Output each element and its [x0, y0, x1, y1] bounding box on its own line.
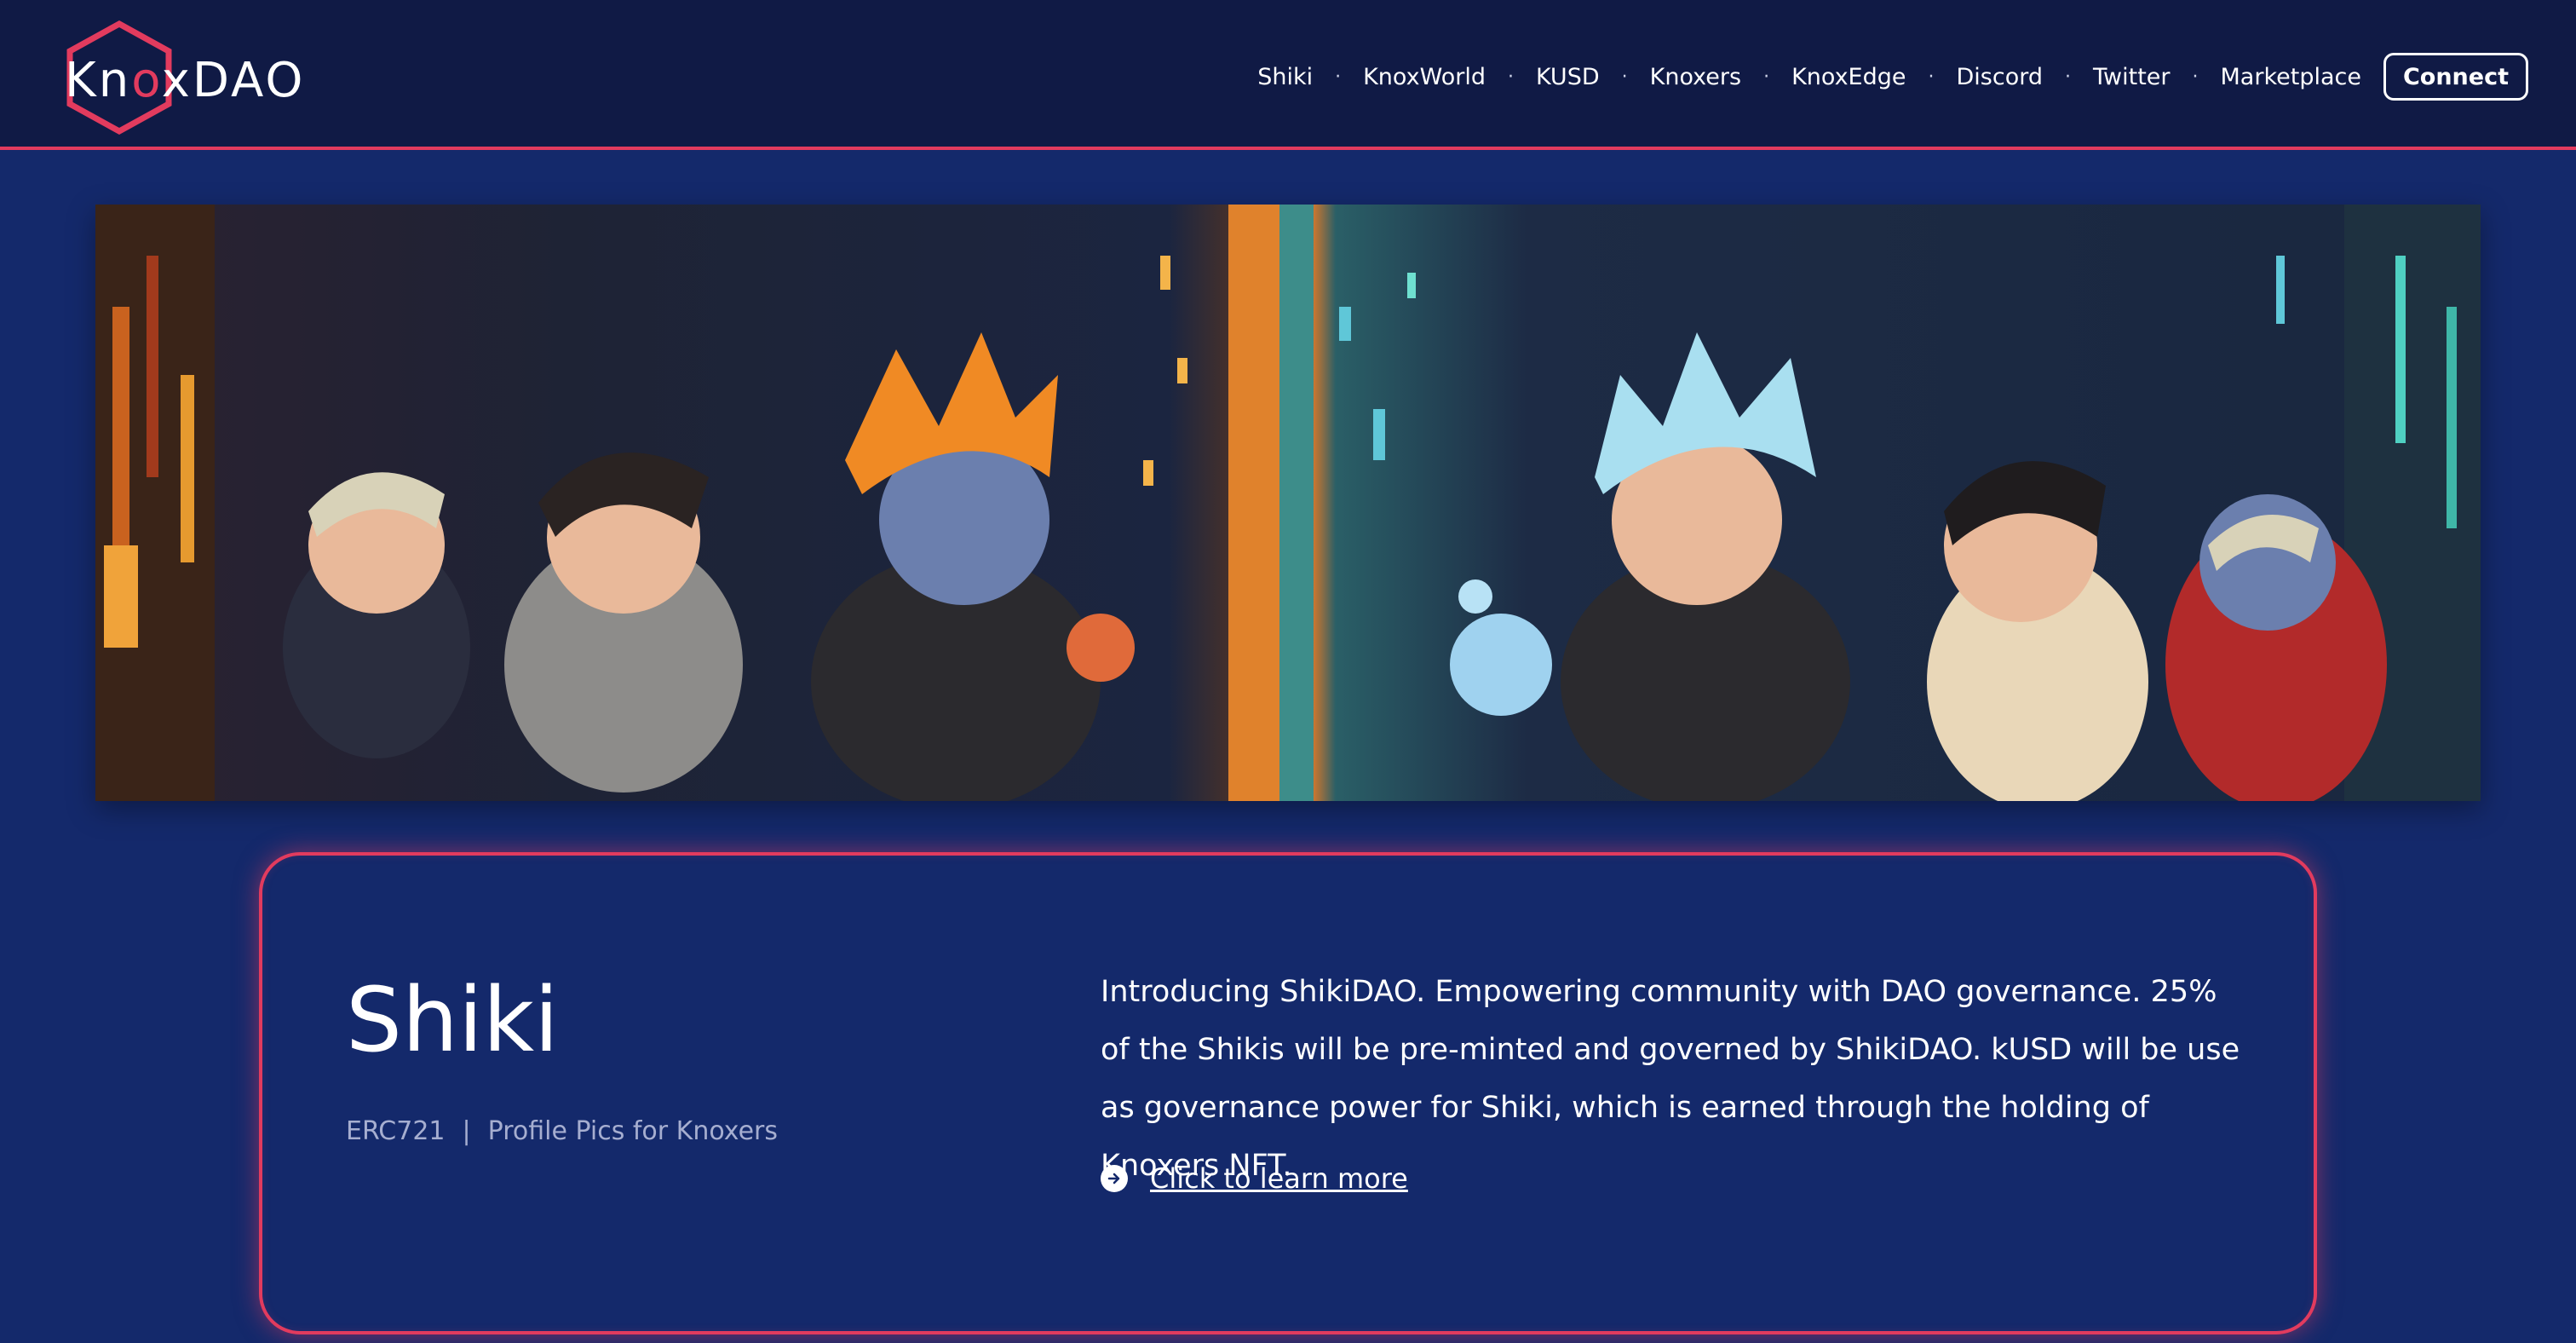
nav-separator: · — [1621, 66, 1628, 88]
arrow-circle-right-icon[interactable] — [1101, 1165, 1128, 1192]
card-subtitle: Profile Pics for Knoxers — [487, 1116, 779, 1146]
main-nav: Shiki · KnoxWorld · KUSD · Knoxers · Kno… — [1257, 51, 2528, 102]
pixel-art-characters-icon — [95, 205, 2481, 801]
connect-button[interactable]: Connect — [2383, 53, 2528, 101]
nav-separator: · — [1928, 66, 1935, 88]
shiki-info-card: Shiki ERC721 | Profile Pics for Knoxers In… — [259, 852, 2317, 1334]
hero-banner-image — [95, 205, 2481, 801]
nav-knoxers[interactable]: Knoxers — [1650, 64, 1741, 90]
logo-wordmark: KnoxDAO — [65, 53, 306, 108]
card-title: Shiki — [346, 968, 559, 1072]
nav-knoxworld[interactable]: KnoxWorld — [1363, 64, 1486, 90]
nav-separator: · — [2065, 66, 2071, 88]
nav-shiki[interactable]: Shiki — [1257, 64, 1313, 90]
nav-marketplace[interactable]: Marketplace — [2221, 64, 2361, 90]
site-header: KnoxDAO Shiki · KnoxWorld · KUSD · Knoxe… — [0, 0, 2576, 150]
nav-separator: · — [1335, 66, 1342, 88]
learn-more-label[interactable]: Click to learn more — [1150, 1162, 1408, 1195]
nav-twitter[interactable]: Twitter — [2093, 64, 2171, 90]
nav-knoxedge[interactable]: KnoxEdge — [1791, 64, 1906, 90]
token-standard: ERC721 — [346, 1116, 446, 1146]
learn-more-link[interactable]: Click to learn more — [1101, 1162, 1408, 1195]
card-description: Introducing ShikiDAO. Empowering communi… — [1101, 975, 2240, 1183]
nav-kusd[interactable]: KUSD — [1536, 64, 1600, 90]
knoxdao-logo[interactable]: KnoxDAO — [60, 19, 302, 135]
card-meta: ERC721 | Profile Pics for Knoxers — [346, 1116, 778, 1146]
nav-separator: · — [1763, 66, 1770, 88]
nav-separator: · — [2192, 66, 2199, 88]
nav-discord[interactable]: Discord — [1957, 64, 2044, 90]
meta-separator: | — [462, 1116, 471, 1146]
nav-separator: · — [1507, 66, 1514, 88]
